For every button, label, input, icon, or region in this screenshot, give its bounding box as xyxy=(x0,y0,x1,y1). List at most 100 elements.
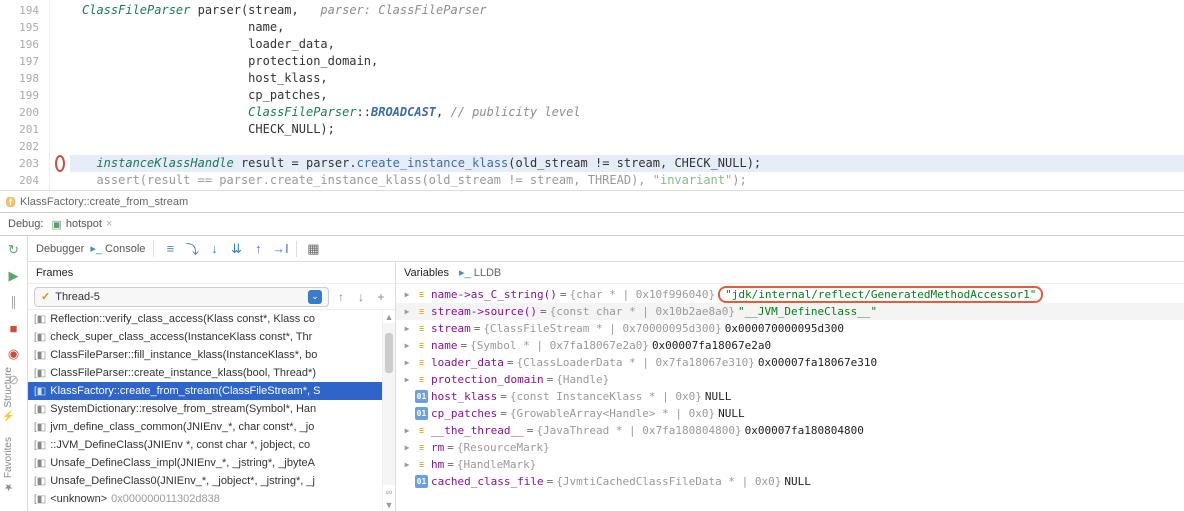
frames-tab-label[interactable]: Frames xyxy=(36,267,73,279)
expand-icon[interactable]: ▶ xyxy=(402,290,412,299)
scroll-infinity-icon[interactable]: ∞ xyxy=(383,485,395,498)
variable-row[interactable]: 01 cached_class_file = {JvmtiCachedClass… xyxy=(396,473,1184,490)
variables-panel: Variables ▸_ LLDB ▶≡ name->as_C_string()… xyxy=(396,262,1184,511)
code-line[interactable] xyxy=(70,138,1184,155)
code-line[interactable]: assert(result == parser.create_instance_… xyxy=(70,172,1184,189)
stack-badge-icon: ≡ xyxy=(415,322,428,335)
variable-row[interactable]: ▶≡ name = {Symbol * | 0x7fa18067e2a0} 0x… xyxy=(396,337,1184,354)
frame-row[interactable]: [◧::JVM_DefineClass(JNIEnv *, const char… xyxy=(28,436,382,454)
code-line[interactable]: cp_patches, xyxy=(70,87,1184,104)
stack-badge-icon: ≡ xyxy=(415,373,428,386)
scroll-up-icon[interactable]: ▲ xyxy=(383,310,395,323)
frame-row[interactable]: [◧Reflection::verify_class_access(Klass … xyxy=(28,310,382,328)
frame-icon: [◧ xyxy=(34,386,46,397)
expand-icon[interactable]: ▶ xyxy=(402,426,412,435)
code-line[interactable]: ClassFileParser parser(stream, parser: C… xyxy=(70,2,1184,19)
force-step-into-icon[interactable]: ⇊ xyxy=(228,241,244,257)
step-out-icon[interactable]: ↑ xyxy=(250,241,266,257)
breadcrumb-bar[interactable]: f KlassFactory::create_from_stream xyxy=(0,190,1184,212)
structure-side-tab[interactable]: ⚡ Structure xyxy=(0,360,17,430)
add-thread-icon[interactable]: + xyxy=(373,290,389,304)
close-icon[interactable]: × xyxy=(106,218,112,230)
variable-row[interactable]: ▶≡ protection_domain = {Handle} xyxy=(396,371,1184,388)
stack-badge-icon: ≡ xyxy=(415,458,428,471)
num-badge-icon: 01 xyxy=(415,475,428,488)
variable-row[interactable]: ▶≡ __the_thread__ = {JavaThread * | 0x7f… xyxy=(396,422,1184,439)
variable-row[interactable]: ▶≡ stream = {ClassFileStream * | 0x70000… xyxy=(396,320,1184,337)
debugger-tab[interactable]: Debugger xyxy=(36,243,84,255)
expand-icon[interactable]: ▶ xyxy=(402,443,412,452)
thread-name: Thread-5 xyxy=(55,291,100,303)
breakpoint-icon[interactable] xyxy=(55,155,65,172)
dropdown-icon[interactable]: ⌄ xyxy=(308,290,322,304)
variable-row[interactable]: ▶≡ stream->source() = {const char * | 0x… xyxy=(396,303,1184,320)
variable-row[interactable]: ▶≡ hm = {HandleMark} xyxy=(396,456,1184,473)
frames-list[interactable]: [◧Reflection::verify_class_access(Klass … xyxy=(28,310,382,511)
favorites-side-tab[interactable]: ★ Favorites xyxy=(0,430,17,499)
variable-row[interactable]: ▶≡ rm = {ResourceMark} xyxy=(396,439,1184,456)
frame-icon: [◧ xyxy=(34,368,46,379)
rerun-icon[interactable]: ↻ xyxy=(6,242,22,258)
expand-icon[interactable]: ▶ xyxy=(402,307,412,316)
frame-row[interactable]: [◧<unknown> 0x000000011302d838 xyxy=(28,490,382,508)
code-editor[interactable]: 194195196197198199200201202203204 ClassF… xyxy=(0,0,1184,190)
expand-icon[interactable]: ▶ xyxy=(402,460,412,469)
lldb-tab[interactable]: ▸_ LLDB xyxy=(459,266,501,279)
stop-icon[interactable]: ■ xyxy=(6,320,22,336)
expand-icon[interactable]: ▶ xyxy=(402,358,412,367)
frames-scrollbar[interactable]: ▲ ∞ ▼ xyxy=(382,310,395,511)
frame-row[interactable]: [◧Unsafe_DefineClass0(JNIEnv_*, _jobject… xyxy=(28,472,382,490)
frames-panel: Frames ✓ Thread-5 ⌄ ↑ ↓ + [◧Reflection::… xyxy=(28,262,396,511)
variables-tab-label[interactable]: Variables xyxy=(404,267,449,279)
frame-icon: [◧ xyxy=(34,314,46,325)
scroll-down-icon[interactable]: ▼ xyxy=(383,498,395,511)
code-line[interactable]: protection_domain, xyxy=(70,53,1184,70)
pause-icon[interactable]: ∥ xyxy=(6,294,22,310)
show-exec-point-icon[interactable]: ≡ xyxy=(162,241,178,257)
code-line[interactable]: loader_data, xyxy=(70,36,1184,53)
frame-icon: [◧ xyxy=(34,332,46,343)
variable-row[interactable]: ▶≡ name->as_C_string() = {char * | 0x10f… xyxy=(396,286,1184,303)
run-config-name: hotspot xyxy=(66,218,102,230)
step-over-icon[interactable]: ⤵ xyxy=(184,241,200,257)
variables-list[interactable]: ▶≡ name->as_C_string() = {char * | 0x10f… xyxy=(396,284,1184,511)
frame-row[interactable]: [◧SystemDictionary::resolve_from_stream(… xyxy=(28,400,382,418)
breakpoint-gutter[interactable] xyxy=(50,0,70,190)
frame-row[interactable]: [◧jvm_define_class_common(JNIEnv_*, char… xyxy=(28,418,382,436)
console-tab[interactable]: ▸_ Console xyxy=(90,242,145,255)
frame-icon: [◧ xyxy=(34,476,46,487)
thread-selector[interactable]: ✓ Thread-5 ⌄ xyxy=(34,287,329,307)
code-line[interactable]: ClassFileParser::BROADCAST, // publicity… xyxy=(70,104,1184,121)
prev-frame-icon[interactable]: ↑ xyxy=(333,290,349,304)
frame-row[interactable]: [◧Unsafe_DefineClass_impl(JNIEnv_*, _jst… xyxy=(28,454,382,472)
resume-icon[interactable]: ▶ xyxy=(6,268,22,284)
code-line[interactable]: name, xyxy=(70,19,1184,36)
debug-top-toolbar: Debugger ▸_ Console ≡ ⤵ ↓ ⇊ ↑ →I ▦ xyxy=(28,236,1184,262)
evaluate-icon[interactable]: ▦ xyxy=(305,241,321,257)
debug-tool-window-header[interactable]: Debug: ▣ hotspot × xyxy=(0,212,1184,236)
frame-row[interactable]: [◧ClassFileParser::create_instance_klass… xyxy=(28,364,382,382)
variable-row[interactable]: 01 host_klass = {const InstanceKlass * |… xyxy=(396,388,1184,405)
expand-icon[interactable]: ▶ xyxy=(402,341,412,350)
code-line[interactable]: CHECK_NULL); xyxy=(70,121,1184,138)
stack-badge-icon: ≡ xyxy=(415,424,428,437)
run-config-tab[interactable]: ▣ hotspot × xyxy=(51,218,112,231)
stack-badge-icon: ≡ xyxy=(415,339,428,352)
frame-row[interactable]: [◧KlassFactory::create_from_stream(Class… xyxy=(28,382,382,400)
code-line[interactable]: host_klass, xyxy=(70,70,1184,87)
expand-icon[interactable]: ▶ xyxy=(402,324,412,333)
code-area[interactable]: ClassFileParser parser(stream, parser: C… xyxy=(70,0,1184,190)
scroll-thumb[interactable] xyxy=(385,333,393,373)
step-into-icon[interactable]: ↓ xyxy=(206,241,222,257)
frame-row[interactable]: [◧check_super_class_access(InstanceKlass… xyxy=(28,328,382,346)
code-line[interactable]: instanceKlassHandle result = parser.crea… xyxy=(70,155,1184,172)
highlighted-value: "jdk/internal/reflect/GeneratedMethodAcc… xyxy=(718,286,1043,303)
next-frame-icon[interactable]: ↓ xyxy=(353,290,369,304)
frame-row[interactable]: [◧ClassFileParser::fill_instance_klass(I… xyxy=(28,346,382,364)
variable-row[interactable]: 01 cp_patches = {GrowableArray<Handle> *… xyxy=(396,405,1184,422)
debug-panel: ↻ ▶ ∥ ■ ◉ ⊘ Debugger ▸_ Console ≡ ⤵ ↓ ⇊ … xyxy=(0,236,1184,511)
breadcrumb-text[interactable]: KlassFactory::create_from_stream xyxy=(20,196,188,208)
expand-icon[interactable]: ▶ xyxy=(402,375,412,384)
variable-row[interactable]: ▶≡ loader_data = {ClassLoaderData * | 0x… xyxy=(396,354,1184,371)
run-to-cursor-icon[interactable]: →I xyxy=(272,241,288,257)
